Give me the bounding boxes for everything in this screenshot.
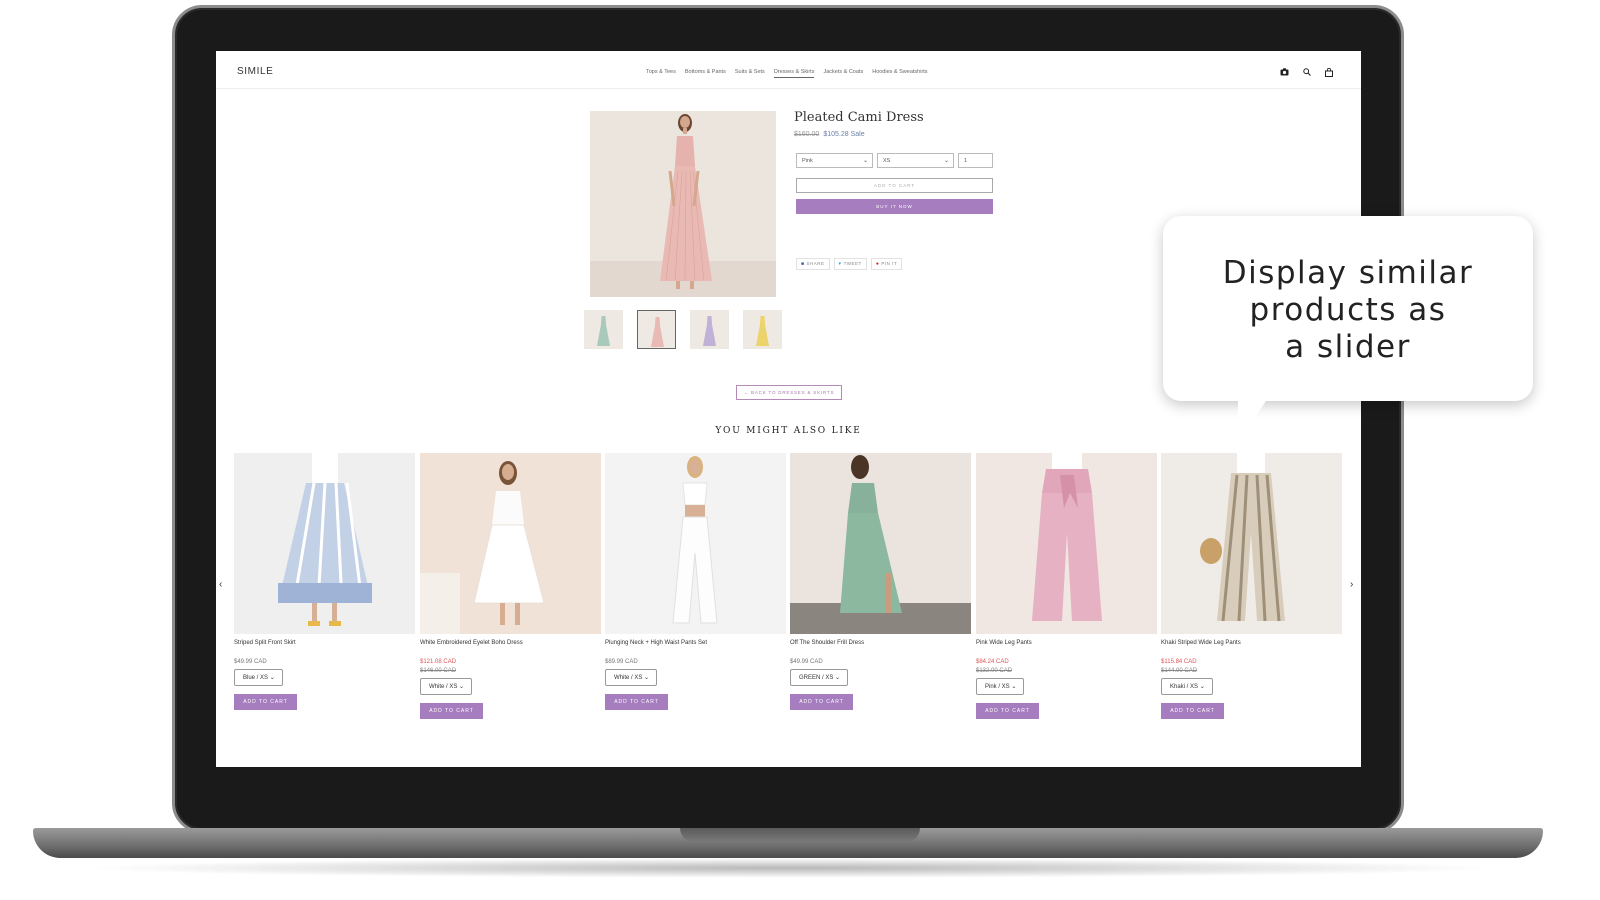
share-twitter-button[interactable]: ▾ TWEET <box>833 258 867 270</box>
related-heading: YOU MIGHT ALSO LIKE <box>715 426 862 436</box>
camera-icon[interactable] <box>1280 68 1289 79</box>
slider-prev-arrow[interactable]: ‹ <box>219 579 222 590</box>
store-logo[interactable]: SIMILE <box>237 66 273 77</box>
related-product-card[interactable]: Off The Shoulder Frill Dress $49.99 CAD … <box>790 453 971 710</box>
chevron-down-icon: ⌄ <box>459 684 465 690</box>
product-price: $89.99 CAD <box>605 659 638 665</box>
product-name[interactable]: Plunging Neck + High Waist Pants Set <box>605 640 786 646</box>
thumbnail-yellow[interactable] <box>743 310 782 349</box>
product-main-image[interactable] <box>590 111 776 297</box>
header-icons <box>1280 67 1333 79</box>
variant-select[interactable]: White / XS ⌄ <box>420 678 473 695</box>
product-image[interactable] <box>234 453 415 634</box>
nav-item-hoodies[interactable]: Hoodies & Sweatshirts <box>872 69 927 78</box>
callout-text: Display similar products as a slider <box>1163 255 1533 366</box>
search-icon[interactable] <box>1303 68 1311 79</box>
chevron-down-icon: ⌄ <box>943 158 949 164</box>
product-image[interactable] <box>976 453 1157 634</box>
chevron-down-icon: ⌄ <box>1199 684 1205 690</box>
thumbnail-mint[interactable] <box>584 310 623 349</box>
store-screen: SIMILE Tops & Tees Bottoms & Pants Suits… <box>216 51 1361 767</box>
compare-price: $144.00 CAD <box>1161 668 1198 674</box>
buy-now-button[interactable]: BUY IT NOW <box>796 199 993 214</box>
size-select[interactable]: XS ⌄ <box>877 153 954 168</box>
pinterest-icon: ● <box>875 261 880 267</box>
cart-icon[interactable] <box>1325 67 1333 79</box>
back-to-collection-button[interactable]: ← BACK TO DRESSES & SKIRTS <box>736 385 842 400</box>
related-product-card[interactable]: Striped Split Front Skirt $49.99 CAD Blu… <box>234 453 415 710</box>
color-select[interactable]: Pink ⌄ <box>796 153 873 168</box>
laptop-shadow <box>80 858 1500 878</box>
product-image[interactable] <box>1161 453 1342 634</box>
add-to-cart-button[interactable]: ADD TO CART <box>796 178 993 193</box>
nav-item-dresses[interactable]: Dresses & Skirts <box>773 69 815 78</box>
product-name[interactable]: Khaki Striped Wide Leg Pants <box>1161 640 1342 646</box>
callout-line: Display similar <box>1222 255 1474 291</box>
product-name[interactable]: Off The Shoulder Frill Dress <box>790 640 971 646</box>
related-product-card[interactable]: Khaki Striped Wide Leg Pants $115.84 CAD… <box>1161 453 1342 719</box>
product-image[interactable] <box>605 453 786 634</box>
variant-select[interactable]: GREEN / XS ⌄ <box>790 669 849 686</box>
nav-item-tops[interactable]: Tops & Tees <box>646 69 676 78</box>
compare-price: $160.00 <box>794 131 820 138</box>
variant-select[interactable]: Pink / XS ⌄ <box>976 678 1025 695</box>
variant-select[interactable]: Blue / XS ⌄ <box>234 669 283 686</box>
related-product-card[interactable]: Pink Wide Leg Pants $84.24 CAD $132.00 C… <box>976 453 1157 719</box>
share-facebook-button[interactable]: ■ SHARE <box>796 258 830 270</box>
product-name[interactable]: Pink Wide Leg Pants <box>976 640 1157 646</box>
pink-dress-photo <box>590 111 776 297</box>
nav-item-bottoms[interactable]: Bottoms & Pants <box>685 69 726 78</box>
callout-line: products as <box>1249 292 1447 328</box>
add-to-cart-button[interactable]: ADD TO CART <box>420 703 483 719</box>
product-price: $115.84 CAD <box>1161 659 1197 665</box>
product-title: Pleated Cami Dress <box>794 110 924 125</box>
compare-price: $132.00 CAD <box>976 668 1013 674</box>
product-price: $84.24 CAD <box>976 659 1009 665</box>
nav-item-suits[interactable]: Suits & Sets <box>735 69 765 78</box>
chevron-down-icon: ⌄ <box>862 158 868 164</box>
nav-item-jackets[interactable]: Jackets & Coats <box>823 69 863 78</box>
slider-next-arrow[interactable]: › <box>1350 579 1353 590</box>
product-price: $49.99 CAD <box>790 659 823 665</box>
sale-label: Sale <box>850 131 865 138</box>
thumbnail-pink[interactable] <box>637 310 676 349</box>
quantity-input[interactable]: 1 <box>958 153 993 168</box>
twitter-icon: ▾ <box>838 261 842 267</box>
add-to-cart-button[interactable]: ADD TO CART <box>790 694 853 710</box>
product-image[interactable] <box>790 453 971 634</box>
product-name[interactable]: White Embroidered Eyelet Boho Dress <box>420 640 601 646</box>
product-price: $121.08 CAD <box>420 659 457 665</box>
chevron-down-icon: ⌄ <box>1011 684 1017 690</box>
product-name[interactable]: Striped Split Front Skirt <box>234 640 415 646</box>
related-product-card[interactable]: White Embroidered Eyelet Boho Dress $121… <box>420 453 601 719</box>
chevron-down-icon: ⌄ <box>835 675 841 681</box>
chevron-down-icon: ⌄ <box>269 675 275 681</box>
add-to-cart-button[interactable]: ADD TO CART <box>1161 703 1224 719</box>
variant-select[interactable]: Khaki / XS ⌄ <box>1161 678 1213 695</box>
thumbnail-lilac[interactable] <box>690 310 729 349</box>
add-to-cart-button[interactable]: ADD TO CART <box>234 694 297 710</box>
product-thumbnails <box>584 310 782 349</box>
laptop-notch <box>680 828 920 842</box>
product-price: $160.00 $105.28 Sale <box>794 131 865 138</box>
store-header: SIMILE Tops & Tees Bottoms & Pants Suits… <box>216 51 1361 89</box>
compare-price: $146.00 CAD <box>420 668 457 674</box>
product-price: $49.99 CAD <box>234 659 267 665</box>
product-image[interactable] <box>420 453 601 634</box>
related-product-card[interactable]: Plunging Neck + High Waist Pants Set $89… <box>605 453 786 710</box>
variant-select[interactable]: White / XS ⌄ <box>605 669 658 686</box>
add-to-cart-button[interactable]: ADD TO CART <box>976 703 1039 719</box>
chevron-down-icon: ⌄ <box>644 675 650 681</box>
main-nav: Tops & Tees Bottoms & Pants Suits & Sets… <box>646 69 928 78</box>
sale-price: $105.28 <box>823 131 849 138</box>
marketing-stage: SIMILE Tops & Tees Bottoms & Pants Suits… <box>0 0 1600 900</box>
add-to-cart-button[interactable]: ADD TO CART <box>605 694 668 710</box>
facebook-icon: ■ <box>801 261 805 267</box>
callout-line: a slider <box>1285 329 1411 365</box>
share-buttons: ■ SHARE ▾ TWEET ● PIN IT <box>796 258 903 270</box>
share-pinterest-button[interactable]: ● PIN IT <box>870 258 903 270</box>
